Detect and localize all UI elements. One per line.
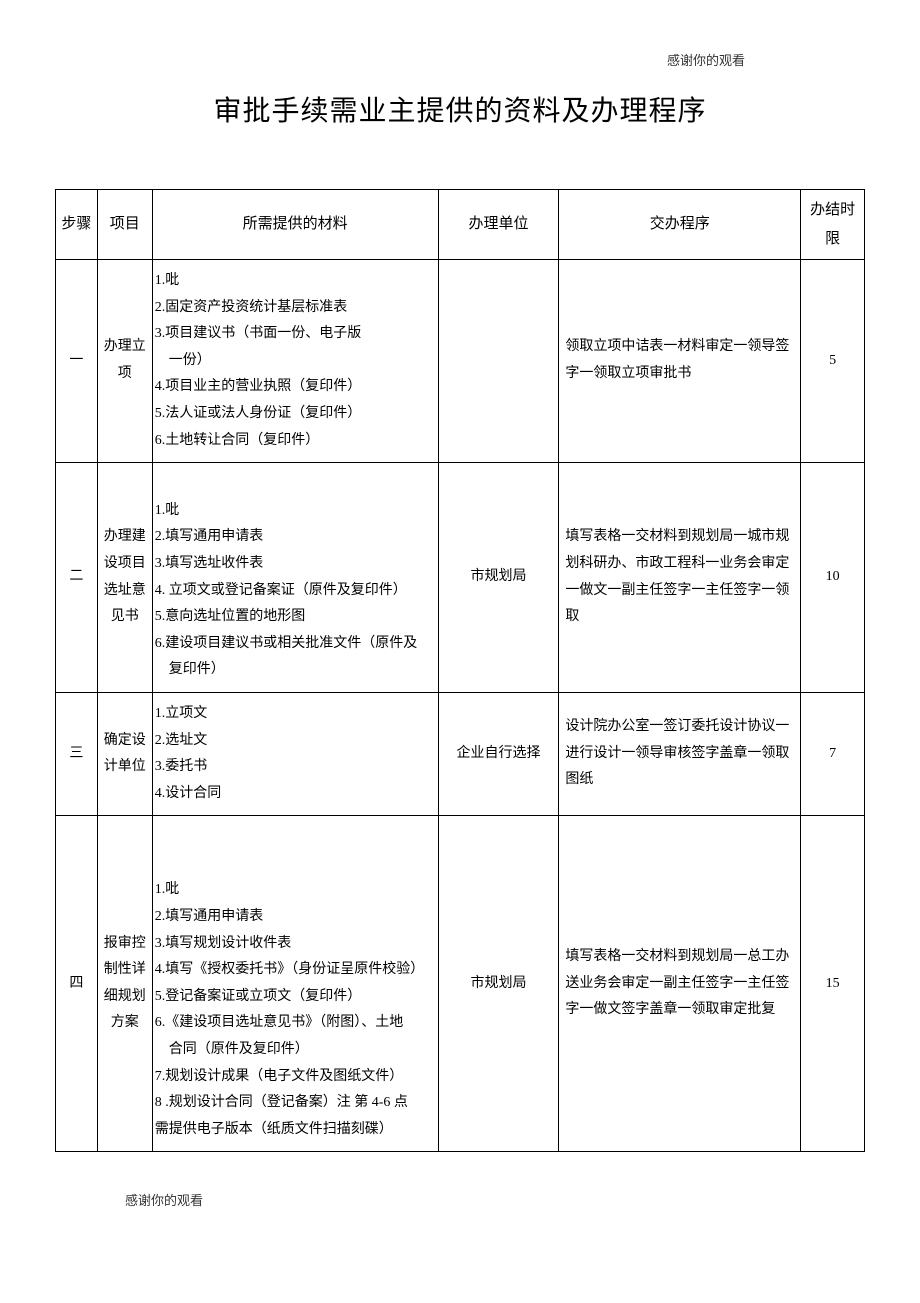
materials-line: 1.立项文 [155, 701, 434, 728]
materials-line: 6.建设项目建议书或相关批准文件（原件及 [155, 631, 434, 658]
cell-project: 办理建设项目选址意见书 [97, 463, 152, 693]
cell-project: 报审控制性详细规划方案 [97, 816, 152, 1152]
materials-line: 4.项目业主的营业执照（复印件） [155, 374, 434, 401]
cell-unit: 市规划局 [438, 463, 559, 693]
table-row: 二办理建设项目选址意见书 1.吡2.填写通用申请表3.填写选址收件表4. 立项文… [56, 463, 865, 693]
cell-step: 二 [56, 463, 98, 693]
cell-project: 办理立项 [97, 260, 152, 463]
materials-line: 2.选址文 [155, 728, 434, 755]
cell-materials: 1.吡2.填写通用申请表3.填写选址收件表4. 立项文或登记备案证（原件及复印件… [152, 463, 438, 693]
cell-materials: 1.吡2.填写通用申请表3.填写规划设计收件表4.填写《授权委托书》（身份证呈原… [152, 816, 438, 1152]
materials-line [155, 851, 434, 878]
cell-unit: 企业自行选择 [438, 692, 559, 815]
cell-project: 确定设计单位 [97, 692, 152, 815]
th-step: 步骤 [56, 190, 98, 260]
materials-line: 需提供电子版本（纸质文件扫描刻碟） [155, 1117, 434, 1144]
table-header-row: 步骤 项目 所需提供的材料 办理单位 交办程序 办结时限 [56, 190, 865, 260]
materials-line: 4. 立项文或登记备案证（原件及复印件） [155, 578, 434, 605]
cell-procedure: 领取立项中诘表一材料审定一领导签字一领取立项审批书 [559, 260, 801, 463]
materials-line: 1.吡 [155, 877, 434, 904]
materials-line: 2.填写通用申请表 [155, 904, 434, 931]
materials-line: 一份） [155, 348, 434, 375]
page-header-note: 感谢你的观看 [55, 50, 865, 69]
materials-line: 3.填写选址收件表 [155, 551, 434, 578]
th-deadline: 办结时限 [801, 190, 865, 260]
cell-materials: 1.吡2.固定资产投资统计基层标准表3.项目建议书（书面一份、电子版 一份）4.… [152, 260, 438, 463]
materials-line: 7.规划设计成果（电子文件及图纸文件） [155, 1064, 434, 1091]
materials-line: 2.固定资产投资统计基层标准表 [155, 295, 434, 322]
materials-line: 合同（原件及复印件） [155, 1037, 434, 1064]
materials-line: 1.吡 [155, 498, 434, 525]
materials-line: 5.法人证或法人身份证（复印件） [155, 401, 434, 428]
cell-step: 三 [56, 692, 98, 815]
table-body: 一办理立项1.吡2.固定资产投资统计基层标准表3.项目建议书（书面一份、电子版 … [56, 260, 865, 1152]
cell-step: 一 [56, 260, 98, 463]
materials-line: 复印件） [155, 657, 434, 684]
th-materials: 所需提供的材料 [152, 190, 438, 260]
cell-procedure: 填写表格一交材料到规划局一总工办送业务会审定一副主任签字一主任签字一做文签字盖章… [559, 816, 801, 1152]
cell-deadline: 5 [801, 260, 865, 463]
cell-deadline: 10 [801, 463, 865, 693]
cell-deadline: 7 [801, 692, 865, 815]
page-footer-note: 感谢你的观看 [55, 1190, 865, 1209]
cell-step: 四 [56, 816, 98, 1152]
cell-materials: 1.立项文2.选址文3.委托书4.设计合同 [152, 692, 438, 815]
cell-deadline: 15 [801, 816, 865, 1152]
table-row: 一办理立项1.吡2.固定资产投资统计基层标准表3.项目建议书（书面一份、电子版 … [56, 260, 865, 463]
cell-unit [438, 260, 559, 463]
table-row: 三确定设计单位1.立项文2.选址文3.委托书4.设计合同企业自行选择设计院办公室… [56, 692, 865, 815]
materials-line: 8 .规划设计合同（登记备案）注 第 4-6 点 [155, 1090, 434, 1117]
materials-line: 4.设计合同 [155, 781, 434, 808]
materials-line: 3.委托书 [155, 754, 434, 781]
materials-line: 5.意向选址位置的地形图 [155, 604, 434, 631]
document-title: 审批手续需业主提供的资料及办理程序 [55, 89, 865, 129]
materials-line: 4.填写《授权委托书》（身份证呈原件校验） [155, 957, 434, 984]
materials-line: 2.填写通用申请表 [155, 524, 434, 551]
cell-unit: 市规划局 [438, 816, 559, 1152]
th-project: 项目 [97, 190, 152, 260]
cell-procedure: 填写表格一交材料到规划局一城市规划科研办、市政工程科一业务会审定一做文一副主任签… [559, 463, 801, 693]
materials-line: 3.项目建议书（书面一份、电子版 [155, 321, 434, 348]
table-row: 四报审控制性详细规划方案 1.吡2.填写通用申请表3.填写规划设计收件表4.填写… [56, 816, 865, 1152]
th-unit: 办理单位 [438, 190, 559, 260]
approval-table: 步骤 项目 所需提供的材料 办理单位 交办程序 办结时限 一办理立项1.吡2.固… [55, 189, 865, 1152]
materials-line: 3.填写规划设计收件表 [155, 931, 434, 958]
materials-line [155, 471, 434, 498]
materials-line: 1.吡 [155, 268, 434, 295]
th-procedure: 交办程序 [559, 190, 801, 260]
materials-line [155, 824, 434, 851]
cell-procedure: 设计院办公室一签订委托设计协议一进行设计一领导审核签字盖章一领取图纸 [559, 692, 801, 815]
materials-line: 5.登记备案证或立项文（复印件） [155, 984, 434, 1011]
materials-line: 6.《建设项目选址意见书》（附图）、土地 [155, 1010, 434, 1037]
materials-line: 6.土地转让合同（复印件） [155, 428, 434, 455]
